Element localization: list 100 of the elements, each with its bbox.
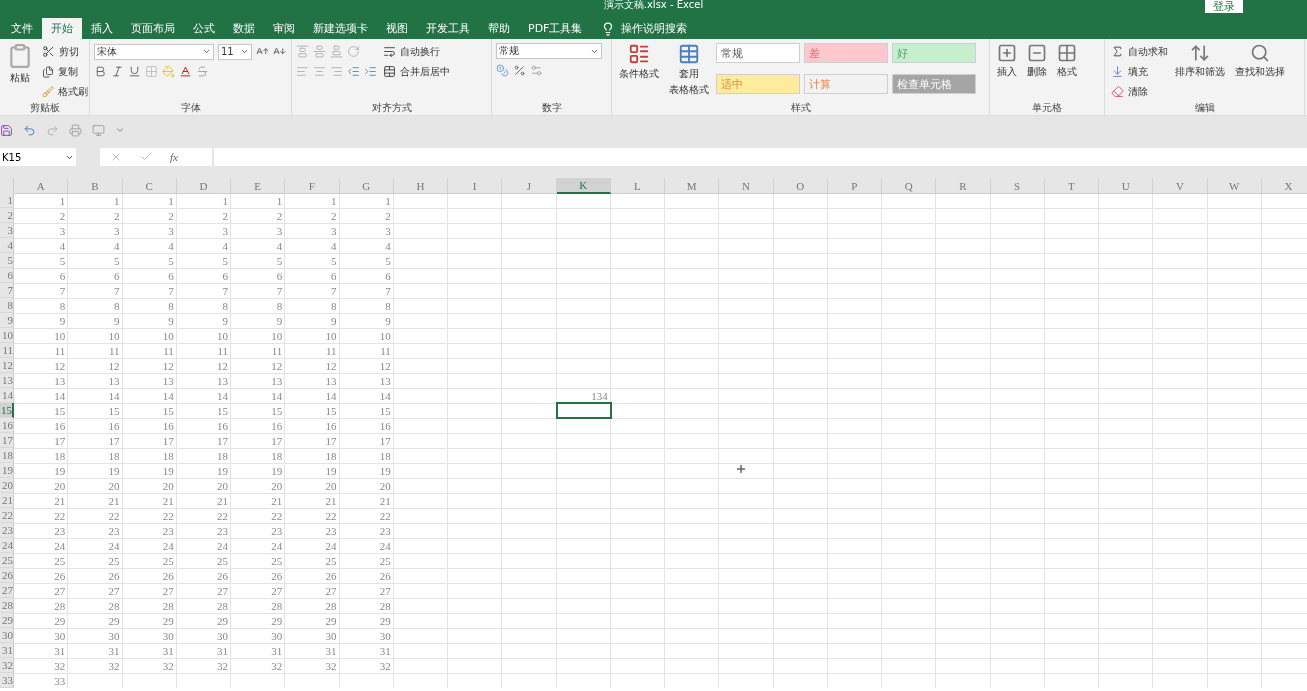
column-header[interactable]: L — [610, 178, 665, 194]
row-header[interactable]: 9 — [0, 313, 14, 328]
row-header[interactable]: 19 — [0, 463, 14, 478]
ribbon-tab[interactable]: 审阅 — [264, 18, 304, 39]
row-header[interactable]: 16 — [0, 418, 14, 433]
conditional-format-button[interactable]: 条件格式 — [616, 43, 662, 101]
cell-style-option[interactable]: 检查单元格 — [892, 74, 976, 94]
name-box[interactable]: K15 — [0, 148, 76, 166]
column-header[interactable]: S — [990, 178, 1045, 194]
copy-button[interactable]: 复制 — [40, 63, 88, 80]
merge-center-button[interactable]: 合并后居中 — [381, 63, 450, 80]
column-header[interactable]: E — [231, 178, 286, 194]
row-header[interactable]: 33 — [0, 673, 14, 688]
cell-style-option[interactable]: 常规 — [716, 43, 800, 63]
row-header[interactable]: 20 — [0, 478, 14, 493]
column-header[interactable]: T — [1044, 178, 1099, 194]
row-header[interactable]: 14 — [0, 388, 14, 403]
column-header[interactable]: K — [556, 178, 611, 194]
insert-function-button[interactable]: fx — [170, 151, 178, 163]
row-header[interactable]: 1 — [0, 193, 14, 208]
row-header[interactable]: 5 — [0, 253, 14, 268]
font-name-field[interactable]: 宋体 — [94, 43, 214, 60]
row-header[interactable]: 7 — [0, 283, 14, 298]
cell-style-option[interactable]: 适中 — [716, 74, 800, 94]
format-as-table-button[interactable]: 套用 表格格式 — [666, 43, 712, 101]
row-header[interactable]: 24 — [0, 538, 14, 553]
cell-style-option[interactable]: 差 — [804, 43, 888, 63]
row-header[interactable]: 10 — [0, 328, 14, 343]
row-header[interactable]: 13 — [0, 373, 14, 388]
column-header[interactable]: J — [502, 178, 557, 194]
fill-button[interactable]: 填充 — [1109, 63, 1168, 80]
column-header[interactable]: G — [339, 178, 394, 194]
ribbon-tab[interactable]: 数据 — [224, 18, 264, 39]
tell-me-search[interactable]: 操作说明搜索 — [601, 18, 688, 39]
column-header[interactable]: V — [1153, 178, 1208, 194]
ribbon-tab[interactable]: 插入 — [82, 18, 122, 39]
row-header[interactable]: 31 — [0, 643, 14, 658]
clear-button[interactable]: 清除 — [1109, 83, 1168, 100]
row-header[interactable]: 12 — [0, 358, 14, 373]
row-header[interactable]: 28 — [0, 598, 14, 613]
row-header[interactable]: 26 — [0, 568, 14, 583]
row-header[interactable]: 2 — [0, 208, 14, 223]
column-header[interactable]: Q — [882, 178, 937, 194]
font-size-field[interactable]: 11 — [218, 43, 252, 60]
column-header[interactable]: X — [1261, 178, 1307, 194]
row-header[interactable]: 4 — [0, 238, 14, 253]
column-header[interactable]: O — [773, 178, 828, 194]
column-header[interactable]: I — [448, 178, 503, 194]
column-header[interactable]: B — [68, 178, 123, 194]
redo-icon — [46, 123, 59, 137]
column-header[interactable]: U — [1099, 178, 1154, 194]
format-button[interactable]: 格式 — [1054, 43, 1080, 101]
number-format-field[interactable]: 常规 — [496, 43, 602, 59]
row-header[interactable]: 32 — [0, 658, 14, 673]
row-header[interactable]: 22 — [0, 508, 14, 523]
sort-filter-button[interactable]: 排序和筛选 — [1172, 43, 1228, 101]
row-header[interactable]: 18 — [0, 448, 14, 463]
row-header[interactable]: 21 — [0, 493, 14, 508]
column-header[interactable]: D — [176, 178, 231, 194]
column-header[interactable]: R — [936, 178, 991, 194]
ribbon-tab[interactable]: 页面布局 — [122, 18, 184, 39]
formula-input[interactable] — [214, 148, 1307, 166]
ribbon-tab[interactable]: 帮助 — [479, 18, 519, 39]
column-header[interactable]: C — [122, 178, 177, 194]
row-header[interactable]: 11 — [0, 343, 14, 358]
ribbon-tab[interactable]: 新建选项卡 — [304, 18, 377, 39]
column-header[interactable]: F — [285, 178, 340, 194]
column-header[interactable]: W — [1207, 178, 1262, 194]
format-painter-button[interactable]: 格式刷 — [40, 83, 88, 100]
column-header[interactable]: P — [827, 178, 882, 194]
insert-button[interactable]: 插入 — [994, 43, 1020, 101]
row-header[interactable]: 23 — [0, 523, 14, 538]
row-header[interactable]: 29 — [0, 613, 14, 628]
ribbon-tab[interactable]: PDF工具集 — [519, 18, 592, 39]
column-header[interactable]: A — [14, 178, 69, 194]
column-header[interactable]: H — [393, 178, 448, 194]
row-header[interactable]: 30 — [0, 628, 14, 643]
cell-style-option[interactable]: 计算 — [804, 74, 888, 94]
row-header[interactable]: 3 — [0, 223, 14, 238]
autosum-button[interactable]: 自动求和 — [1109, 43, 1168, 60]
ribbon-tab[interactable]: 开发工具 — [417, 18, 479, 39]
ribbon-tab[interactable]: 开始 — [42, 18, 82, 39]
ribbon-tab[interactable]: 文件 — [2, 18, 42, 39]
row-header[interactable]: 15 — [0, 403, 14, 418]
row-header[interactable]: 8 — [0, 298, 14, 313]
row-header[interactable]: 17 — [0, 433, 14, 448]
cell-style-option[interactable]: 好 — [892, 43, 976, 63]
paste-button[interactable]: 粘贴 — [4, 43, 36, 101]
ribbon-tab[interactable]: 视图 — [377, 18, 417, 39]
row-header[interactable]: 27 — [0, 583, 14, 598]
login-button[interactable]: 登录 — [1205, 0, 1243, 13]
find-select-button[interactable]: 查找和选择 — [1232, 43, 1288, 101]
row-header[interactable]: 25 — [0, 553, 14, 568]
ribbon-tab[interactable]: 公式 — [184, 18, 224, 39]
column-header[interactable]: N — [719, 178, 774, 194]
wrap-text-button[interactable]: 自动换行 — [381, 43, 450, 60]
column-header[interactable]: M — [665, 178, 720, 194]
row-header[interactable]: 6 — [0, 268, 14, 283]
cut-button[interactable]: 剪切 — [40, 43, 88, 60]
delete-button[interactable]: 删除 — [1024, 43, 1050, 101]
